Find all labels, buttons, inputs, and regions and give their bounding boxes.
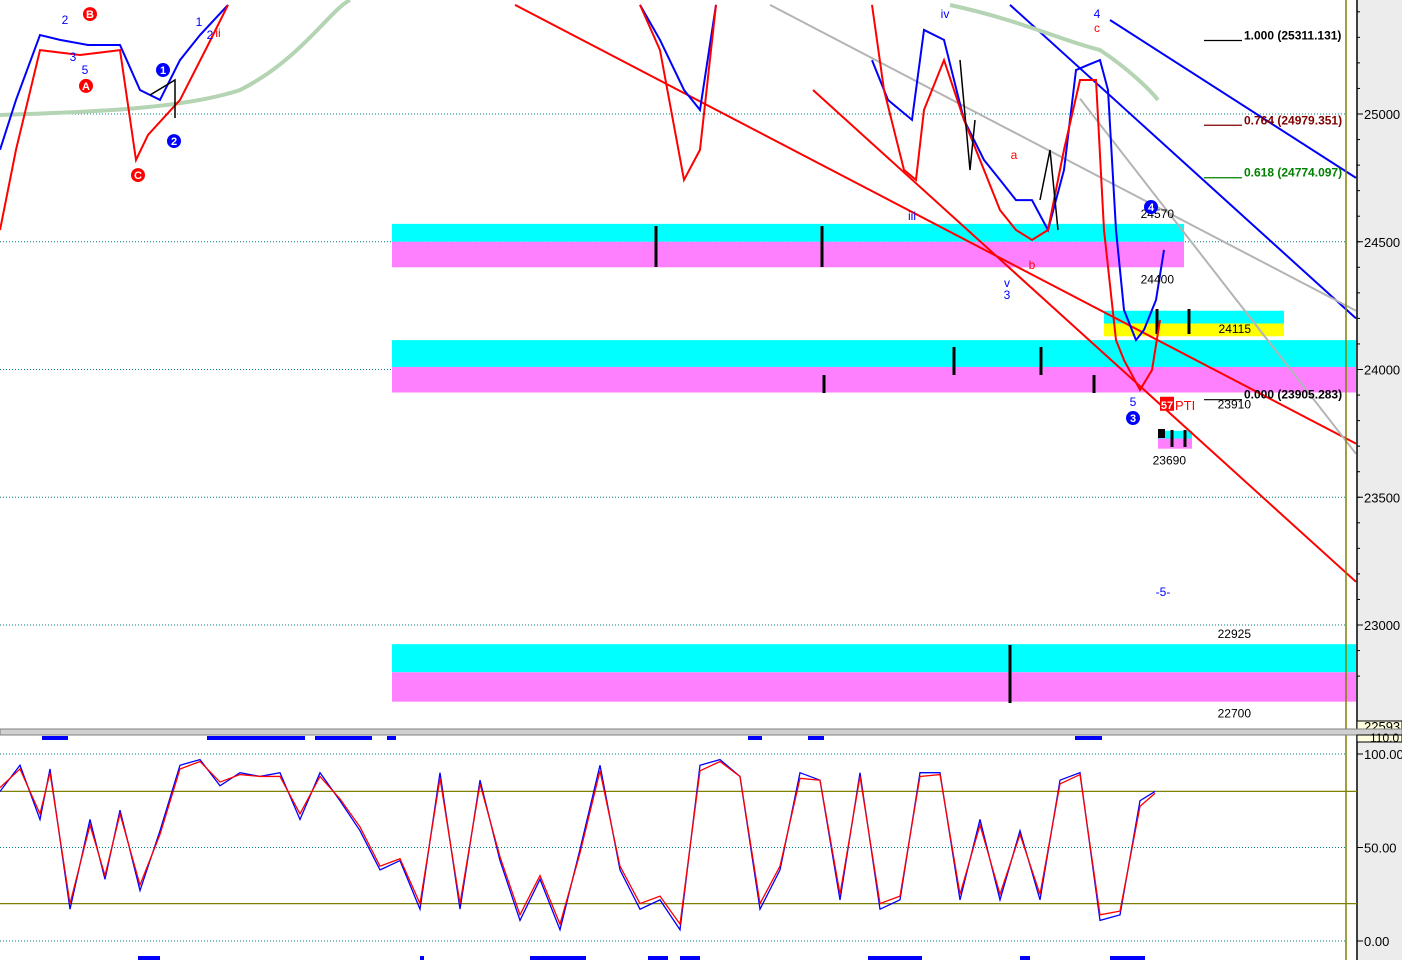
signal-bar-top xyxy=(315,736,372,740)
wave-label: -5- xyxy=(1156,585,1171,599)
wave-label: 1 xyxy=(160,65,166,77)
stoch-readout: 110.0 xyxy=(1370,731,1399,745)
panel-splitter[interactable] xyxy=(0,728,1402,736)
trendline xyxy=(1109,19,1357,179)
fib-level-label: 0.764 (24979.351) xyxy=(1244,113,1342,127)
signal-bar-bottom xyxy=(420,956,424,960)
y-tick-label: 24000 xyxy=(1364,363,1400,378)
signal-badge-text: 57 xyxy=(1161,400,1173,412)
stoch-tick-label: 0.00 xyxy=(1364,934,1389,949)
zone-label-bottom: 22700 xyxy=(1218,707,1252,721)
signal-bar-top xyxy=(748,736,762,740)
zone-lower xyxy=(392,241,1184,268)
wave-label: 2 xyxy=(207,28,214,42)
zone-label-bottom: 23910 xyxy=(1218,397,1252,411)
blue-price-line xyxy=(639,4,717,113)
axis-background xyxy=(1358,0,1402,960)
zone-label-bottom: 23690 xyxy=(1153,454,1187,468)
zone-lower xyxy=(1158,438,1192,449)
y-tick-label: 23500 xyxy=(1364,490,1400,505)
wave-label: 4 xyxy=(1148,202,1155,214)
signal-bar-bottom xyxy=(648,956,668,960)
wave-label: C xyxy=(134,170,142,182)
stoch-tick-label: 50.00 xyxy=(1364,841,1397,856)
wave-label: 1 xyxy=(196,15,203,29)
zone-label-top: 22925 xyxy=(1218,627,1252,641)
red-price-line xyxy=(639,4,717,183)
wave-label: ii xyxy=(215,26,220,40)
blue-price-line xyxy=(871,28,1165,343)
y-tick-label: 23000 xyxy=(1364,618,1400,633)
zone-upper xyxy=(392,223,1184,242)
signal-text: PTI xyxy=(1175,398,1195,413)
wave-label: 2 xyxy=(62,13,69,27)
signal-bar-top xyxy=(808,736,824,740)
zone-label-bottom: 24400 xyxy=(1141,272,1175,286)
wave-label: c xyxy=(1094,21,1100,35)
signal-bar-bottom xyxy=(138,956,160,960)
price-chart: 1.000 (25311.131) 0.764 (24979.351) 0.618 … xyxy=(0,0,1402,960)
zone-lower xyxy=(392,366,1356,393)
wave-label: 3 xyxy=(1130,413,1136,425)
fib-level-label: 0.000 (23905.283) xyxy=(1244,388,1342,402)
moving-average-band xyxy=(0,0,1160,117)
signal-bar-bottom xyxy=(1020,956,1030,960)
zone-upper xyxy=(1104,310,1284,324)
signal-bar-top xyxy=(1075,736,1102,740)
zone-label-top: 24115 xyxy=(1219,322,1252,336)
wave-label: A xyxy=(82,81,90,93)
wave-label: 3 xyxy=(70,50,77,64)
zone-lower xyxy=(392,672,1356,702)
wave-label: 5 xyxy=(82,63,89,77)
signal-bar-bottom xyxy=(530,956,586,960)
zone-marker xyxy=(1158,429,1165,438)
y-tick-label: 24500 xyxy=(1364,235,1400,250)
zone-upper xyxy=(392,340,1356,367)
signal-bar-top xyxy=(387,736,396,740)
wave-label: iii xyxy=(908,209,916,223)
wave-label: 5 xyxy=(1130,395,1137,409)
wave-label: 4 xyxy=(1094,7,1101,21)
signal-bar-bottom xyxy=(868,956,922,960)
wave-label: 3 xyxy=(1004,288,1011,302)
fib-level-label: 0.618 (24774.097) xyxy=(1244,166,1342,180)
wave-label: 2 xyxy=(171,136,177,148)
signal-bar-top xyxy=(207,736,305,740)
zone-upper xyxy=(392,644,1356,673)
wave-label: a xyxy=(1011,148,1018,162)
y-tick-label: 25000 xyxy=(1364,107,1400,122)
wave-label: iv xyxy=(941,7,950,21)
wave-label: b xyxy=(1029,258,1036,272)
fib-level-label: 1.000 (25311.131) xyxy=(1244,29,1341,43)
stoch-K-line xyxy=(0,758,1156,932)
wave-label: B xyxy=(86,9,94,21)
signal-bar-bottom xyxy=(680,956,700,960)
stoch-tick-label: 100.00 xyxy=(1364,747,1402,762)
signal-bar-top xyxy=(42,736,68,740)
price-bars xyxy=(149,78,176,118)
signal-bar-bottom xyxy=(1110,956,1145,960)
red-price-line xyxy=(0,4,229,231)
